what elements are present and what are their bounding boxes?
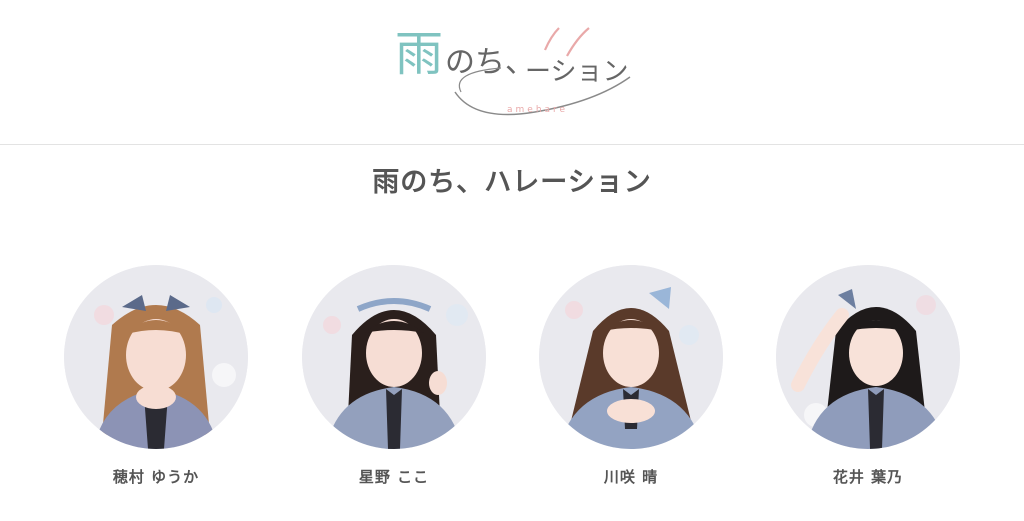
page-title: 雨のち、ハレーション <box>372 167 652 198</box>
header-divider <box>0 144 1024 145</box>
member-list: 穂村 ゆうか 星野 ここ 川咲 晴 花井 葉乃 <box>0 265 1024 505</box>
member-portrait <box>539 265 723 449</box>
member-card[interactable]: 星野 ここ <box>302 265 486 487</box>
logo-glyph-ration: ーション <box>525 57 628 87</box>
member-photo[interactable] <box>64 265 248 449</box>
member-card[interactable]: 花井 葉乃 <box>776 265 960 487</box>
logo-subtext: amehare <box>507 105 568 115</box>
logo-graphic: 雨 のち、 ーション amehare <box>395 26 631 116</box>
member-portrait <box>64 265 248 449</box>
site-logo[interactable]: 雨 のち、 ーション amehare <box>395 12 640 122</box>
member-photo[interactable] <box>302 265 486 449</box>
member-name[interactable]: 花井 葉乃 <box>776 466 960 487</box>
logo-glyph-nochi: のち、 <box>445 45 535 80</box>
member-photo[interactable] <box>776 265 960 449</box>
logo-glyph-ame: 雨 <box>395 26 443 82</box>
member-card[interactable]: 川咲 晴 <box>539 265 723 487</box>
site-header: 雨 のち、 ーション amehare <box>0 0 1024 144</box>
member-name[interactable]: 川咲 晴 <box>539 466 723 487</box>
member-name[interactable]: 穂村 ゆうか <box>64 466 248 487</box>
member-portrait <box>776 265 960 449</box>
logo-glyph-hare-stroke <box>543 27 590 57</box>
member-portrait <box>302 265 486 449</box>
member-photo[interactable] <box>539 265 723 449</box>
member-name[interactable]: 星野 ここ <box>302 466 486 487</box>
member-card[interactable]: 穂村 ゆうか <box>64 265 248 487</box>
